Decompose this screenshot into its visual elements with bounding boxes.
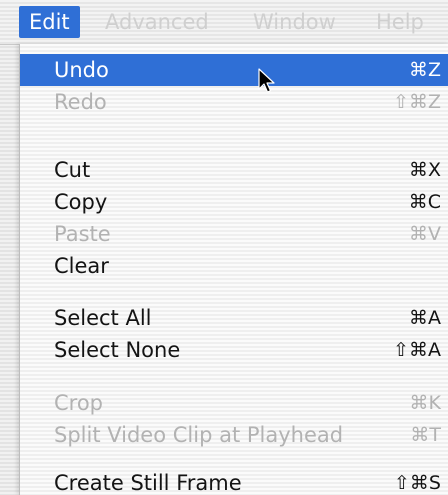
menu-item-label: Clear <box>54 254 109 278</box>
menu-item-label: Paste <box>54 222 111 246</box>
menu-item-shortcut: ⌘T <box>410 424 441 446</box>
mouse-pointer-icon <box>258 68 275 93</box>
menu-item-redo: Redo ⇧⌘Z <box>20 86 448 118</box>
menubar-help[interactable]: Help <box>366 6 434 38</box>
menu-item-label: Redo <box>54 90 107 114</box>
menu-item-shortcut: ⇧⌘S <box>394 472 441 494</box>
menu-item-select-all[interactable]: Select All ⌘A <box>20 302 448 334</box>
menu-item-label: Copy <box>54 190 108 214</box>
menu-item-clear[interactable]: Clear <box>20 250 448 282</box>
menu-item-label: Cut <box>54 158 91 182</box>
menu-item-shortcut: ⌘K <box>409 392 441 414</box>
menu-item-label: Select All <box>54 306 152 330</box>
menu-bar: Edit Advanced Window Help <box>0 0 448 45</box>
menu-item-undo[interactable]: Undo ⌘Z <box>20 54 448 86</box>
menu-item-label: Split Video Clip at Playhead <box>54 423 344 447</box>
menu-item-split-video-clip: Split Video Clip at Playhead ⌘T <box>20 419 448 451</box>
menu-item-shortcut: ⌘C <box>408 191 441 213</box>
menu-item-shortcut: ⇧⌘A <box>393 339 441 361</box>
menubar-window[interactable]: Window <box>243 6 346 38</box>
menu-item-label: Select None <box>54 338 181 362</box>
menu-item-shortcut: ⌘X <box>408 159 441 181</box>
menu-item-shortcut: ⌘V <box>409 223 441 245</box>
menu-item-shortcut: ⇧⌘Z <box>393 91 441 113</box>
menu-item-shortcut: ⌘A <box>409 307 441 329</box>
menu-item-label: Crop <box>54 391 104 415</box>
menu-item-cut[interactable]: Cut ⌘X <box>20 154 448 186</box>
menu-item-paste: Paste ⌘V <box>20 218 448 250</box>
menu-item-label: Create Still Frame <box>54 471 242 495</box>
menubar-edit[interactable]: Edit <box>19 6 80 38</box>
menubar-advanced[interactable]: Advanced <box>95 6 219 38</box>
menu-item-shortcut: ⌘Z <box>408 59 441 81</box>
menu-item-create-still-frame[interactable]: Create Still Frame ⇧⌘S <box>20 471 448 495</box>
menu-item-crop: Crop ⌘K <box>20 387 448 419</box>
menu-item-select-none[interactable]: Select None ⇧⌘A <box>20 334 448 366</box>
menu-item-label: Undo <box>54 58 109 82</box>
menu-item-copy[interactable]: Copy ⌘C <box>20 186 448 218</box>
edit-menu-dropdown: Undo ⌘Z Redo ⇧⌘Z Cut ⌘X Copy ⌘C Paste ⌘V… <box>19 44 448 495</box>
